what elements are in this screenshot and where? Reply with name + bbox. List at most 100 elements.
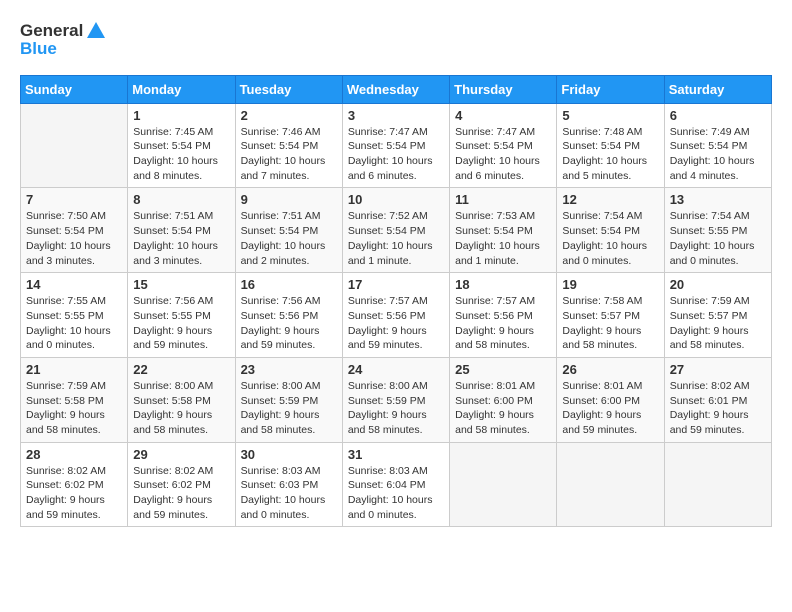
calendar-week: 1 Sunrise: 7:45 AMSunset: 5:54 PMDayligh… [21, 103, 772, 188]
logo-blue: Blue [20, 40, 107, 59]
calendar-cell: 31 Sunrise: 8:03 AMSunset: 6:04 PMDaylig… [342, 442, 449, 527]
day-number: 14 [26, 277, 122, 292]
day-info: Sunrise: 7:53 AMSunset: 5:54 PMDaylight:… [455, 209, 551, 268]
day-number: 21 [26, 362, 122, 377]
calendar-cell: 6 Sunrise: 7:49 AMSunset: 5:54 PMDayligh… [664, 103, 771, 188]
day-info: Sunrise: 7:56 AMSunset: 5:55 PMDaylight:… [133, 294, 229, 353]
day-number: 16 [241, 277, 337, 292]
day-info: Sunrise: 7:51 AMSunset: 5:54 PMDaylight:… [241, 209, 337, 268]
day-number: 15 [133, 277, 229, 292]
day-info: Sunrise: 8:01 AMSunset: 6:00 PMDaylight:… [562, 379, 658, 438]
day-number: 7 [26, 192, 122, 207]
day-number: 2 [241, 108, 337, 123]
logo: General Blue [20, 20, 107, 59]
day-number: 1 [133, 108, 229, 123]
day-info: Sunrise: 8:00 AMSunset: 5:59 PMDaylight:… [348, 379, 444, 438]
calendar-cell: 27 Sunrise: 8:02 AMSunset: 6:01 PMDaylig… [664, 357, 771, 442]
day-info: Sunrise: 7:51 AMSunset: 5:54 PMDaylight:… [133, 209, 229, 268]
day-info: Sunrise: 8:00 AMSunset: 5:59 PMDaylight:… [241, 379, 337, 438]
calendar-cell: 25 Sunrise: 8:01 AMSunset: 6:00 PMDaylig… [450, 357, 557, 442]
day-info: Sunrise: 7:45 AMSunset: 5:54 PMDaylight:… [133, 125, 229, 184]
day-number: 22 [133, 362, 229, 377]
header-row: SundayMondayTuesdayWednesdayThursdayFrid… [21, 75, 772, 103]
day-info: Sunrise: 7:57 AMSunset: 5:56 PMDaylight:… [348, 294, 444, 353]
logo-general: General [20, 22, 83, 41]
day-number: 23 [241, 362, 337, 377]
day-info: Sunrise: 8:01 AMSunset: 6:00 PMDaylight:… [455, 379, 551, 438]
calendar-week: 28 Sunrise: 8:02 AMSunset: 6:02 PMDaylig… [21, 442, 772, 527]
day-info: Sunrise: 7:49 AMSunset: 5:54 PMDaylight:… [670, 125, 766, 184]
calendar-cell [557, 442, 664, 527]
weekday-header: Thursday [450, 75, 557, 103]
weekday-header: Monday [128, 75, 235, 103]
day-number: 12 [562, 192, 658, 207]
day-number: 4 [455, 108, 551, 123]
day-info: Sunrise: 8:00 AMSunset: 5:58 PMDaylight:… [133, 379, 229, 438]
calendar-cell: 3 Sunrise: 7:47 AMSunset: 5:54 PMDayligh… [342, 103, 449, 188]
day-number: 3 [348, 108, 444, 123]
calendar-cell: 11 Sunrise: 7:53 AMSunset: 5:54 PMDaylig… [450, 188, 557, 273]
day-info: Sunrise: 7:47 AMSunset: 5:54 PMDaylight:… [348, 125, 444, 184]
day-number: 8 [133, 192, 229, 207]
calendar-cell: 7 Sunrise: 7:50 AMSunset: 5:54 PMDayligh… [21, 188, 128, 273]
logo-icon [85, 20, 107, 42]
day-info: Sunrise: 7:58 AMSunset: 5:57 PMDaylight:… [562, 294, 658, 353]
weekday-header: Tuesday [235, 75, 342, 103]
day-number: 27 [670, 362, 766, 377]
weekday-header: Saturday [664, 75, 771, 103]
day-info: Sunrise: 8:03 AMSunset: 6:04 PMDaylight:… [348, 464, 444, 523]
calendar-cell [450, 442, 557, 527]
calendar-cell: 15 Sunrise: 7:56 AMSunset: 5:55 PMDaylig… [128, 273, 235, 358]
calendar-cell [664, 442, 771, 527]
calendar-cell: 24 Sunrise: 8:00 AMSunset: 5:59 PMDaylig… [342, 357, 449, 442]
day-number: 26 [562, 362, 658, 377]
day-info: Sunrise: 8:02 AMSunset: 6:02 PMDaylight:… [26, 464, 122, 523]
calendar-week: 7 Sunrise: 7:50 AMSunset: 5:54 PMDayligh… [21, 188, 772, 273]
day-info: Sunrise: 7:57 AMSunset: 5:56 PMDaylight:… [455, 294, 551, 353]
day-info: Sunrise: 8:02 AMSunset: 6:01 PMDaylight:… [670, 379, 766, 438]
day-info: Sunrise: 7:54 AMSunset: 5:54 PMDaylight:… [562, 209, 658, 268]
calendar-cell: 30 Sunrise: 8:03 AMSunset: 6:03 PMDaylig… [235, 442, 342, 527]
day-info: Sunrise: 7:46 AMSunset: 5:54 PMDaylight:… [241, 125, 337, 184]
day-number: 9 [241, 192, 337, 207]
calendar-cell: 2 Sunrise: 7:46 AMSunset: 5:54 PMDayligh… [235, 103, 342, 188]
calendar-cell: 18 Sunrise: 7:57 AMSunset: 5:56 PMDaylig… [450, 273, 557, 358]
day-info: Sunrise: 7:47 AMSunset: 5:54 PMDaylight:… [455, 125, 551, 184]
calendar-cell: 28 Sunrise: 8:02 AMSunset: 6:02 PMDaylig… [21, 442, 128, 527]
day-number: 5 [562, 108, 658, 123]
day-number: 24 [348, 362, 444, 377]
day-info: Sunrise: 7:59 AMSunset: 5:57 PMDaylight:… [670, 294, 766, 353]
calendar-cell: 16 Sunrise: 7:56 AMSunset: 5:56 PMDaylig… [235, 273, 342, 358]
day-info: Sunrise: 8:03 AMSunset: 6:03 PMDaylight:… [241, 464, 337, 523]
calendar-cell: 21 Sunrise: 7:59 AMSunset: 5:58 PMDaylig… [21, 357, 128, 442]
day-number: 11 [455, 192, 551, 207]
day-info: Sunrise: 7:50 AMSunset: 5:54 PMDaylight:… [26, 209, 122, 268]
day-info: Sunrise: 8:02 AMSunset: 6:02 PMDaylight:… [133, 464, 229, 523]
calendar-cell: 5 Sunrise: 7:48 AMSunset: 5:54 PMDayligh… [557, 103, 664, 188]
calendar-cell: 26 Sunrise: 8:01 AMSunset: 6:00 PMDaylig… [557, 357, 664, 442]
calendar-cell: 13 Sunrise: 7:54 AMSunset: 5:55 PMDaylig… [664, 188, 771, 273]
day-number: 18 [455, 277, 551, 292]
calendar-cell: 1 Sunrise: 7:45 AMSunset: 5:54 PMDayligh… [128, 103, 235, 188]
day-number: 28 [26, 447, 122, 462]
weekday-header: Friday [557, 75, 664, 103]
calendar-cell [21, 103, 128, 188]
weekday-header: Sunday [21, 75, 128, 103]
calendar-week: 14 Sunrise: 7:55 AMSunset: 5:55 PMDaylig… [21, 273, 772, 358]
day-number: 25 [455, 362, 551, 377]
day-info: Sunrise: 7:52 AMSunset: 5:54 PMDaylight:… [348, 209, 444, 268]
page-header: General Blue [20, 20, 772, 59]
calendar-cell: 9 Sunrise: 7:51 AMSunset: 5:54 PMDayligh… [235, 188, 342, 273]
weekday-header: Wednesday [342, 75, 449, 103]
calendar-table: SundayMondayTuesdayWednesdayThursdayFrid… [20, 75, 772, 528]
day-number: 17 [348, 277, 444, 292]
calendar-cell: 19 Sunrise: 7:58 AMSunset: 5:57 PMDaylig… [557, 273, 664, 358]
calendar-cell: 10 Sunrise: 7:52 AMSunset: 5:54 PMDaylig… [342, 188, 449, 273]
day-number: 20 [670, 277, 766, 292]
calendar-cell: 14 Sunrise: 7:55 AMSunset: 5:55 PMDaylig… [21, 273, 128, 358]
calendar-cell: 29 Sunrise: 8:02 AMSunset: 6:02 PMDaylig… [128, 442, 235, 527]
calendar-cell: 4 Sunrise: 7:47 AMSunset: 5:54 PMDayligh… [450, 103, 557, 188]
calendar-cell: 22 Sunrise: 8:00 AMSunset: 5:58 PMDaylig… [128, 357, 235, 442]
day-info: Sunrise: 7:48 AMSunset: 5:54 PMDaylight:… [562, 125, 658, 184]
day-number: 29 [133, 447, 229, 462]
